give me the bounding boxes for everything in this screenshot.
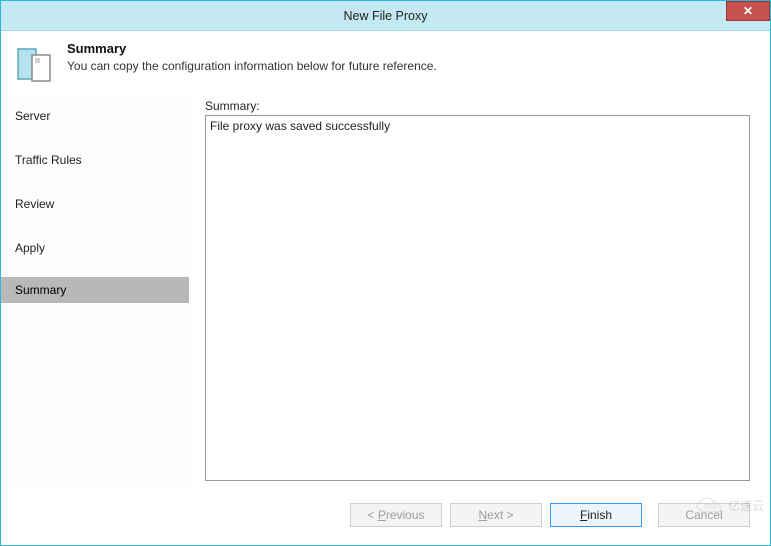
summary-textarea[interactable]: File proxy was saved successfully: [205, 115, 750, 481]
step-traffic-rules[interactable]: Traffic Rules: [1, 145, 189, 175]
close-icon: ✕: [743, 4, 753, 18]
finish-button[interactable]: Finish: [550, 503, 642, 527]
summary-label: Summary:: [205, 99, 750, 113]
wizard-icon: [15, 45, 55, 85]
wizard-main: Summary: File proxy was saved successful…: [189, 97, 770, 491]
wizard-footer: < Previous Next > Finish Cancel: [1, 491, 770, 545]
previous-button[interactable]: < Previous: [350, 503, 442, 527]
wizard-steps: Server Traffic Rules Review Apply Summar…: [1, 97, 189, 491]
step-summary[interactable]: Summary: [1, 277, 189, 303]
window-title: New File Proxy: [343, 9, 427, 23]
wizard-body: Server Traffic Rules Review Apply Summar…: [1, 97, 770, 491]
close-button[interactable]: ✕: [726, 1, 770, 21]
step-review[interactable]: Review: [1, 189, 189, 219]
wizard-heading: Summary: [67, 41, 437, 56]
wizard-header: Summary You can copy the configuration i…: [1, 31, 770, 97]
wizard-subtext: You can copy the configuration informati…: [67, 59, 437, 73]
next-button[interactable]: Next >: [450, 503, 542, 527]
dialog-window: New File Proxy ✕ Summary You can copy th…: [0, 0, 771, 546]
step-apply[interactable]: Apply: [1, 233, 189, 263]
cancel-button[interactable]: Cancel: [658, 503, 750, 527]
summary-text: File proxy was saved successfully: [210, 119, 390, 133]
titlebar: New File Proxy ✕: [1, 1, 770, 31]
step-server[interactable]: Server: [1, 101, 189, 131]
wizard-header-text: Summary You can copy the configuration i…: [67, 41, 437, 73]
